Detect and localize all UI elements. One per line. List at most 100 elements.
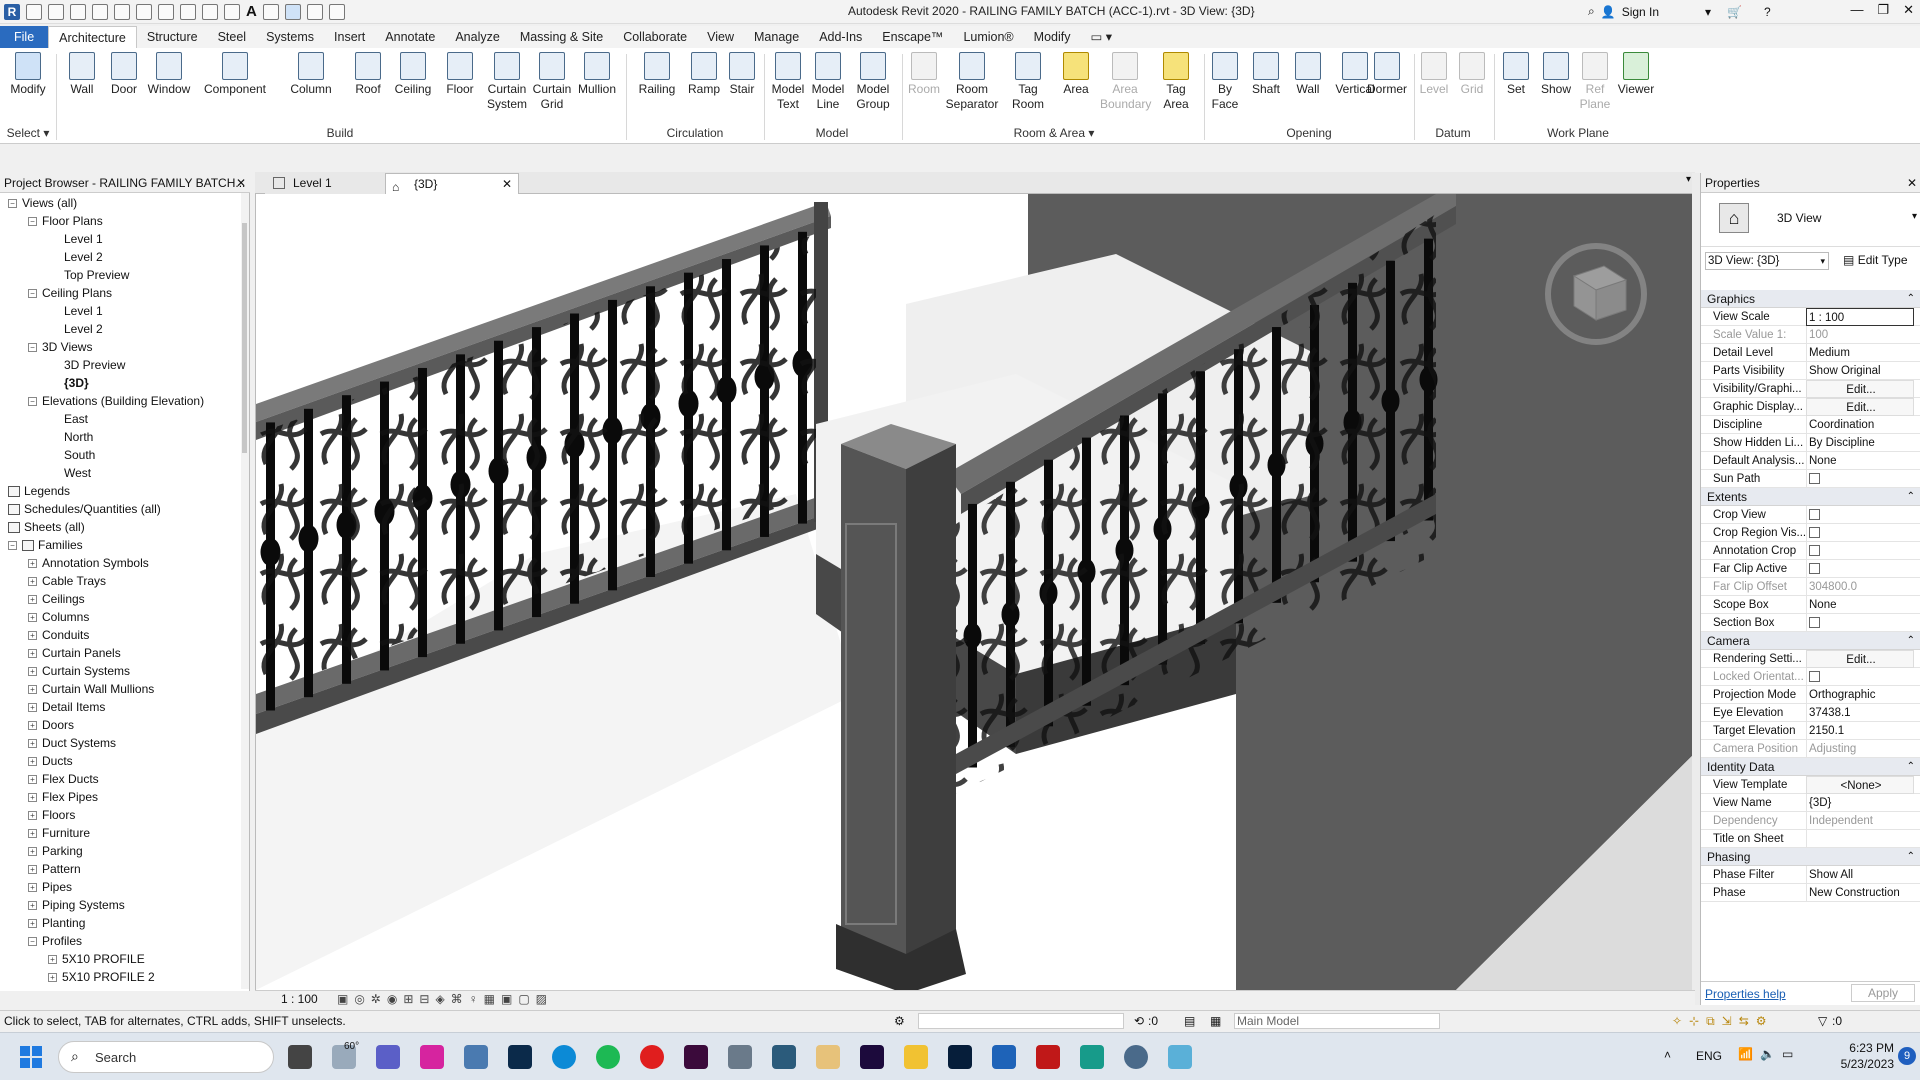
mullion-button[interactable]: Mullion xyxy=(574,52,620,97)
viewer-button[interactable]: Viewer xyxy=(1614,52,1658,97)
3d-view-canvas[interactable] xyxy=(255,194,1693,990)
property-section-header[interactable]: Phasing ⌃ xyxy=(1701,848,1920,866)
revit-taskbar-icon[interactable] xyxy=(992,1045,1016,1069)
tree-item[interactable]: + Pipes xyxy=(28,878,72,896)
properties-help-link[interactable]: Properties help xyxy=(1705,987,1786,1001)
property-value[interactable]: Show All xyxy=(1806,866,1914,884)
expand-icon[interactable]: + xyxy=(28,883,37,893)
expand-icon[interactable]: + xyxy=(48,973,57,983)
window-button[interactable]: Window xyxy=(144,52,194,97)
3ds-max-icon[interactable] xyxy=(1080,1045,1104,1069)
view-control-icons[interactable]: ▣◎✲◉⊞⊟◈⌘♀▦▣▢▨ xyxy=(337,991,553,1007)
open-file-icon[interactable] xyxy=(26,3,42,20)
property-checkbox[interactable] xyxy=(1806,470,1914,488)
property-section-header[interactable]: Graphics ⌃ xyxy=(1701,290,1920,308)
collapse-icon[interactable]: − xyxy=(8,541,17,551)
tree-item[interactable]: + Flex Ducts xyxy=(28,770,99,788)
tag-room-button[interactable]: Tag Room xyxy=(1008,52,1048,112)
sign-in-area[interactable]: ⌕ 👤 Sign In ▾ 🛒 ? xyxy=(1588,4,1771,19)
property-value[interactable]: Orthographic xyxy=(1806,686,1914,704)
collapse-icon[interactable]: − xyxy=(28,937,37,947)
collapse-icon[interactable]: ⌃ xyxy=(1907,632,1915,650)
expand-icon[interactable]: + xyxy=(28,577,37,587)
lightroom-icon[interactable] xyxy=(508,1045,532,1069)
restore-icon[interactable]: ❐ xyxy=(1877,2,1889,18)
expand-icon[interactable]: + xyxy=(48,955,57,965)
expand-icon[interactable]: + xyxy=(28,775,37,785)
tag-icon[interactable] xyxy=(224,3,240,20)
expand-icon[interactable]: + xyxy=(28,631,37,641)
expand-icon[interactable]: + xyxy=(28,757,37,767)
expand-icon[interactable]: + xyxy=(28,703,37,713)
file-explorer-icon[interactable] xyxy=(904,1045,928,1069)
selection-filter-icons[interactable]: ✧⊹⧉⇲⇆⚙ xyxy=(1672,1011,1774,1031)
tree-item[interactable]: + Annotation Symbols xyxy=(28,554,149,572)
project-browser-scrollbar[interactable] xyxy=(241,193,249,989)
tree-item[interactable]: Level 2 xyxy=(48,320,103,338)
stair-button[interactable]: Stair xyxy=(724,52,760,97)
collapse-icon[interactable]: − xyxy=(28,343,37,353)
property-button[interactable]: Edit... xyxy=(1806,380,1914,398)
tree-item[interactable]: 3D Preview xyxy=(48,356,125,374)
tag-area-button[interactable]: Tag Area xyxy=(1156,52,1196,112)
clock-date[interactable]: 5/23/2023 xyxy=(1822,1057,1894,1071)
expand-icon[interactable]: + xyxy=(28,739,37,749)
expand-icon[interactable]: + xyxy=(28,595,37,605)
tree-item[interactable]: +5X10 PROFILE 2 xyxy=(48,968,155,986)
tree-item[interactable]: − Profiles xyxy=(28,932,82,950)
editing-requests-icon[interactable]: ⟲ xyxy=(1134,1011,1144,1031)
property-section-header[interactable]: Extents ⌃ xyxy=(1701,488,1920,506)
clock-time[interactable]: 6:23 PM xyxy=(1830,1041,1894,1055)
tab-collaborate[interactable]: Collaborate xyxy=(613,26,697,48)
tree-item[interactable]: South xyxy=(48,446,95,464)
tree-item[interactable]: − Ceiling Plans xyxy=(28,284,112,302)
curtain-system-button[interactable]: Curtain System xyxy=(484,52,530,112)
type-selector[interactable]: ⌂ 3D View ▾ xyxy=(1701,193,1920,247)
thin-lines-icon[interactable] xyxy=(284,3,301,20)
property-value[interactable]: By Discipline xyxy=(1806,434,1914,452)
close-icon[interactable]: ✕ xyxy=(1907,173,1917,193)
grid-button[interactable]: Grid xyxy=(1454,52,1490,97)
model-group-button[interactable]: Model Group xyxy=(850,52,896,112)
tree-item[interactable]: − Views (all) xyxy=(8,194,77,212)
tab-insert[interactable]: Insert xyxy=(324,26,375,48)
workset-dropdown[interactable] xyxy=(918,1013,1124,1029)
wifi-icon[interactable]: 📶 xyxy=(1738,1047,1753,1061)
expand-icon[interactable]: + xyxy=(28,793,37,803)
tree-item[interactable]: + Piping Systems xyxy=(28,896,125,914)
tab-analyze[interactable]: Analyze xyxy=(445,26,509,48)
task-view-icon[interactable] xyxy=(288,1045,312,1069)
tab-level-1[interactable]: Level 1 xyxy=(265,173,385,194)
tree-item[interactable]: Legends xyxy=(8,482,70,500)
instance-selector[interactable]: 3D View: {3D} ▾ xyxy=(1705,252,1829,270)
spotify-icon[interactable] xyxy=(596,1045,620,1069)
tree-item[interactable]: North xyxy=(48,428,93,446)
tree-item[interactable]: Level 1 xyxy=(48,230,103,248)
scrollbar-thumb[interactable] xyxy=(242,223,247,453)
area-boundary-button[interactable]: Area Boundary xyxy=(1100,52,1151,112)
property-value[interactable]: {3D} xyxy=(1806,794,1914,812)
sign-in-link[interactable]: Sign In xyxy=(1622,5,1659,19)
select-dropdown[interactable]: Select ▾ xyxy=(4,126,52,140)
tree-item[interactable]: + Ceilings xyxy=(28,590,85,608)
tree-item[interactable]: + Duct Systems xyxy=(28,734,116,752)
tree-item[interactable]: Level 1 xyxy=(48,302,103,320)
tab-view[interactable]: View xyxy=(697,26,744,48)
expand-icon[interactable]: + xyxy=(28,811,37,821)
collapse-icon[interactable]: ⌃ xyxy=(1907,758,1915,776)
tab-structure[interactable]: Structure xyxy=(137,26,208,48)
level-button[interactable]: Level xyxy=(1416,52,1452,97)
checkbox[interactable] xyxy=(1809,671,1820,683)
tab-steel[interactable]: Steel xyxy=(208,26,257,48)
expand-icon[interactable]: + xyxy=(28,865,37,875)
network-app-icon[interactable] xyxy=(1168,1045,1192,1069)
tree-item[interactable]: + Curtain Panels xyxy=(28,644,121,662)
property-button[interactable]: Edit... xyxy=(1806,650,1914,668)
tree-item[interactable]: + Pattern xyxy=(28,860,81,878)
shaft-button[interactable]: Shaft xyxy=(1246,52,1286,97)
expand-icon[interactable]: + xyxy=(28,649,37,659)
tree-item[interactable]: + Parking xyxy=(28,842,83,860)
collapse-icon[interactable]: ⌃ xyxy=(1907,290,1915,308)
tree-item[interactable]: −3D Views xyxy=(28,338,92,356)
ramp-button[interactable]: Ramp xyxy=(684,52,724,97)
